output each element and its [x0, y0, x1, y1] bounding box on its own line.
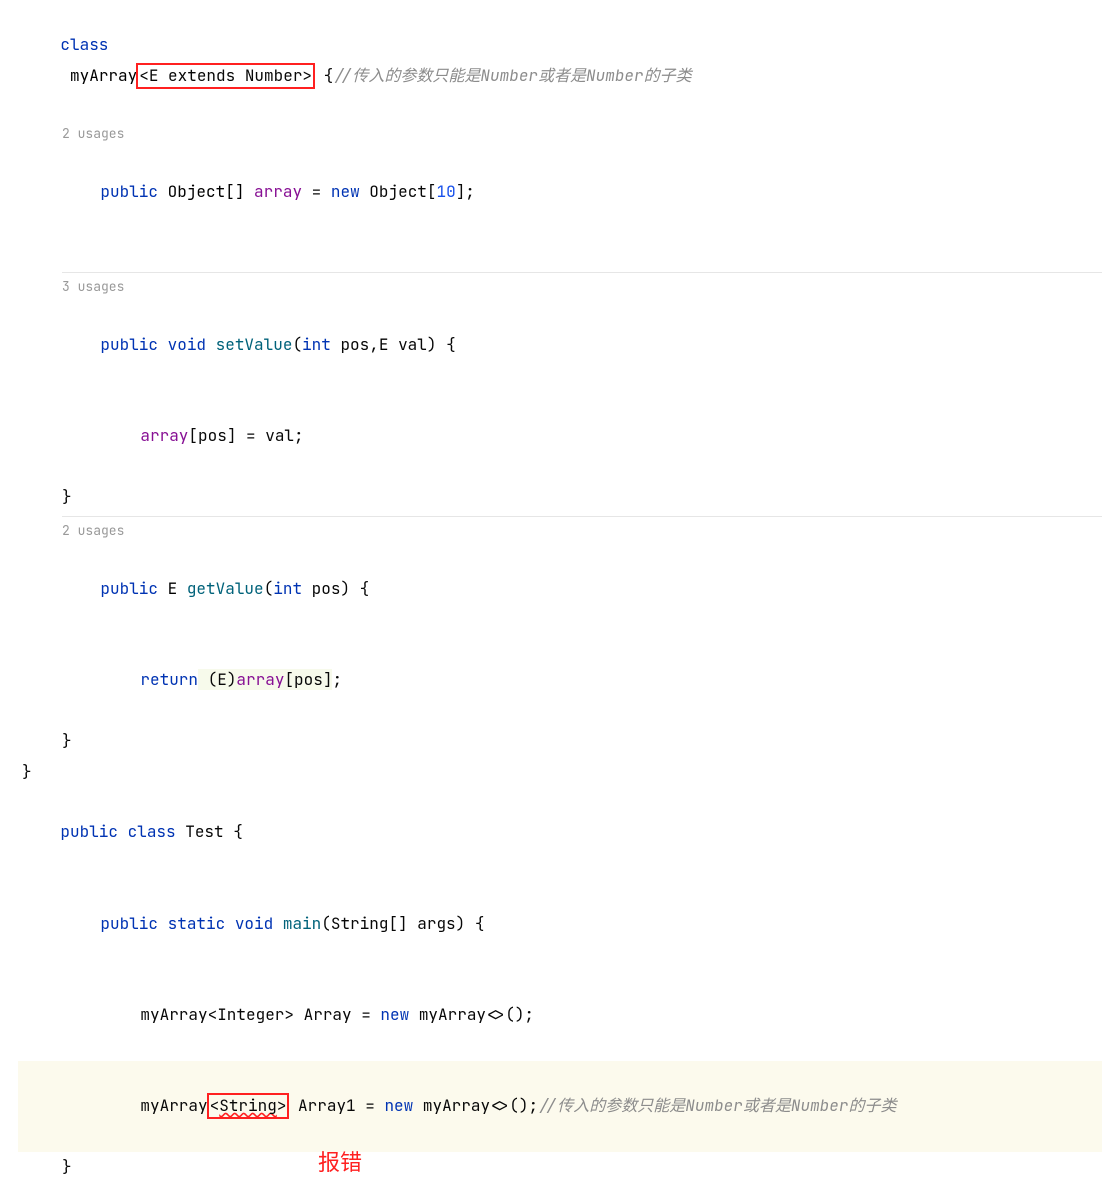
code-line[interactable]: public static void main(String[] args) { — [18, 878, 1102, 969]
highlight-box-generic: <E extends Number> — [136, 63, 315, 89]
var: Array = — [294, 1004, 380, 1025]
keyword-class: class — [118, 821, 185, 842]
keyword-static: static — [158, 913, 235, 934]
code-line[interactable]: } — [18, 482, 1102, 512]
code-line[interactable]: } — [18, 757, 1102, 787]
type: myArray — [140, 1095, 207, 1116]
type: myArray<Integer> — [140, 1004, 294, 1025]
keyword-new: new — [380, 1004, 409, 1025]
param: pos, — [331, 334, 379, 355]
field-ref: array — [140, 425, 188, 446]
keyword-void: void — [158, 334, 216, 355]
usage-hint[interactable]: 2 usages — [18, 519, 1102, 544]
keyword-public: public — [100, 913, 158, 934]
field-ref: array — [236, 669, 284, 690]
keyword-class: class — [60, 34, 108, 55]
semi: ]; — [456, 181, 475, 202]
keyword-int: int — [273, 578, 302, 599]
var: Array1 = — [288, 1095, 384, 1116]
keyword-public: public — [100, 578, 158, 599]
highlight-box-error: <String> — [207, 1093, 290, 1119]
keyword-new: new — [331, 181, 360, 202]
paren: ( — [292, 334, 302, 355]
code-line[interactable]: public class Test { — [18, 787, 1102, 878]
keyword-public: public — [60, 821, 118, 842]
code-line[interactable]: public Object[] array = new Object[10]; — [18, 146, 1102, 237]
cast: (E) — [198, 669, 236, 690]
return-type: E — [158, 578, 187, 599]
index: [pos] — [284, 669, 332, 690]
code-line[interactable]: } — [18, 726, 1102, 756]
blank-line[interactable] — [18, 237, 1102, 267]
angle-close: > — [277, 1095, 287, 1116]
code-line[interactable]: return (E)array[pos]; — [18, 635, 1102, 726]
brace: { — [314, 65, 333, 86]
comment: //传入的参数只能是Number或者是Number的子类 — [538, 1095, 896, 1116]
keyword-public: public — [100, 334, 158, 355]
class-name — [60, 65, 70, 86]
code-line[interactable]: public E getValue(int pos) { — [18, 544, 1102, 635]
generic-bound: <E extends Number> — [139, 65, 312, 86]
comment: //传入的参数只能是Number或者是Number的子类 — [333, 65, 691, 86]
class-name: Test { — [185, 821, 243, 842]
keyword-return: return — [140, 669, 198, 690]
angle-open: < — [210, 1095, 220, 1116]
keyword-int: int — [302, 334, 331, 355]
param: pos) { — [302, 578, 369, 599]
keyword-void: void — [235, 913, 283, 934]
field-name: array — [254, 181, 302, 202]
method-separator — [62, 516, 1102, 517]
error-type: String — [219, 1095, 277, 1116]
method-name: main — [283, 913, 321, 934]
semi: ; — [332, 669, 342, 690]
method-separator — [62, 272, 1102, 273]
error-annotation-label: 报错 — [318, 1142, 362, 1184]
eq: = — [302, 181, 331, 202]
expr: [pos] = val; — [188, 425, 303, 446]
keyword-public: public — [100, 181, 158, 202]
type: Object[] — [168, 181, 245, 202]
paren: ( — [264, 578, 274, 599]
code-line[interactable]: public void setValue(int pos,E val) { — [18, 300, 1102, 391]
code-line[interactable]: array[pos] = val; — [18, 391, 1102, 482]
code-editor[interactable]: class myArray<E extends Number> {//传入的参数… — [0, 0, 1102, 1182]
code-line[interactable]: } — [18, 1152, 1102, 1182]
method-name: getValue — [187, 578, 264, 599]
param: val) { — [388, 334, 455, 355]
ctor: myArray<>(); — [413, 1095, 538, 1116]
code-line[interactable]: myArray<Integer> Array = new myArray<>()… — [18, 969, 1102, 1060]
usage-hint[interactable]: 3 usages — [18, 275, 1102, 300]
ctor: Object[ — [360, 181, 437, 202]
class-name: myArray — [70, 65, 137, 86]
method-name: setValue — [216, 334, 293, 355]
keyword-new: new — [384, 1095, 413, 1116]
code-line[interactable]: class myArray<E extends Number> {//传入的参数… — [18, 0, 1102, 122]
ctor: myArray<>(); — [409, 1004, 534, 1025]
number-literal: 10 — [437, 181, 456, 202]
code-line-error[interactable]: myArray<String> Array1 = new myArray<>()… — [18, 1061, 1102, 1152]
cast-highlight: (E)array[pos] — [198, 669, 332, 690]
usage-hint[interactable]: 2 usages — [18, 122, 1102, 147]
params: (String[] args) { — [321, 913, 484, 934]
